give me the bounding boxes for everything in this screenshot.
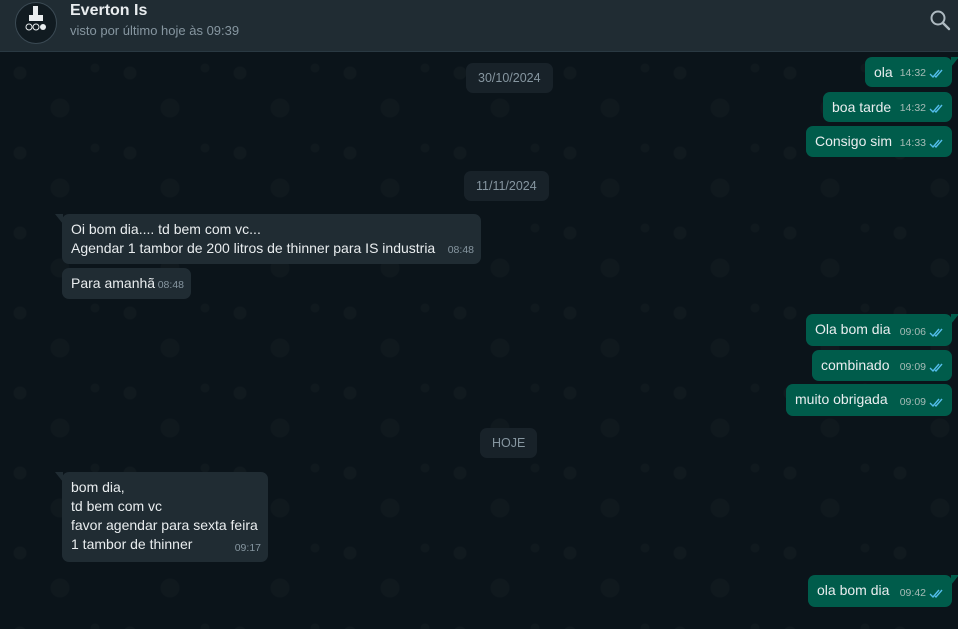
search-button[interactable] (928, 8, 952, 32)
double-check-icon (929, 104, 943, 114)
double-check-icon (929, 139, 943, 149)
message-text: combinado (821, 357, 890, 373)
message-time: 09:17 (234, 542, 261, 554)
chat-header[interactable]: Everton Is visto por último hoje às 09:3… (0, 0, 958, 52)
message-time: 14:32 (899, 67, 926, 79)
double-check-icon (929, 589, 943, 599)
search-icon (930, 10, 951, 31)
message-incoming[interactable]: Oi bom dia.... td bem com vc... Agendar … (55, 214, 481, 264)
double-check-icon (929, 363, 943, 373)
bubble-tail (55, 472, 63, 482)
bubble-tail (55, 214, 63, 224)
message-time: 08:48 (157, 279, 184, 291)
message-outgoing[interactable]: boa tarde 14:32 (823, 92, 952, 122)
message-text: Consigo sim (815, 133, 893, 149)
double-check-icon (929, 69, 943, 79)
bubble-tail (951, 57, 958, 67)
date-divider: HOJE (480, 428, 538, 458)
contact-name[interactable]: Everton Is (70, 2, 147, 20)
bubble-tail (951, 314, 958, 324)
message-incoming[interactable]: Para amanhã 08:48 (62, 268, 191, 299)
avatar-logo-icon (25, 6, 46, 31)
date-divider: 30/10/2024 (466, 63, 553, 93)
message-outgoing[interactable]: Ola bom dia 09:06 (806, 314, 958, 346)
message-time: 08:48 (447, 244, 474, 256)
message-text: ola bom dia (817, 582, 890, 598)
message-time: 09:06 (899, 326, 926, 338)
message-outgoing[interactable]: ola bom dia 09:42 (808, 575, 958, 607)
bubble-tail (951, 575, 958, 585)
message-time: 14:32 (899, 102, 926, 114)
message-outgoing[interactable]: muito obrigada 09:09 (786, 384, 952, 416)
message-outgoing[interactable]: combinado 09:09 (812, 350, 952, 381)
message-time: 09:42 (899, 587, 926, 599)
message-outgoing[interactable]: ola 14:32 (865, 57, 958, 87)
date-divider: 11/11/2024 (464, 171, 549, 201)
message-time: 09:09 (899, 396, 926, 408)
message-list[interactable]: 30/10/2024 ola 14:32 boa tarde 14:32 Con… (0, 53, 958, 629)
message-text: Ola bom dia (815, 321, 891, 337)
message-time: 09:09 (899, 361, 926, 373)
message-outgoing[interactable]: Consigo sim 14:33 (806, 126, 952, 157)
message-text: muito obrigada (795, 391, 888, 407)
contact-last-seen: visto por último hoje às 09:39 (70, 23, 240, 38)
message-text: Para amanhã (71, 275, 156, 291)
message-text: boa tarde (832, 99, 892, 115)
double-check-icon (929, 328, 943, 338)
message-incoming[interactable]: bom dia, td bem com vc favor agendar par… (55, 472, 268, 562)
message-time: 14:33 (899, 137, 926, 149)
contact-avatar[interactable] (15, 2, 57, 44)
message-text: bom dia, td bem com vc favor agendar par… (71, 479, 258, 552)
message-text: Oi bom dia.... td bem com vc... Agendar … (71, 221, 436, 256)
message-text: ola (874, 64, 893, 80)
double-check-icon (929, 398, 943, 408)
